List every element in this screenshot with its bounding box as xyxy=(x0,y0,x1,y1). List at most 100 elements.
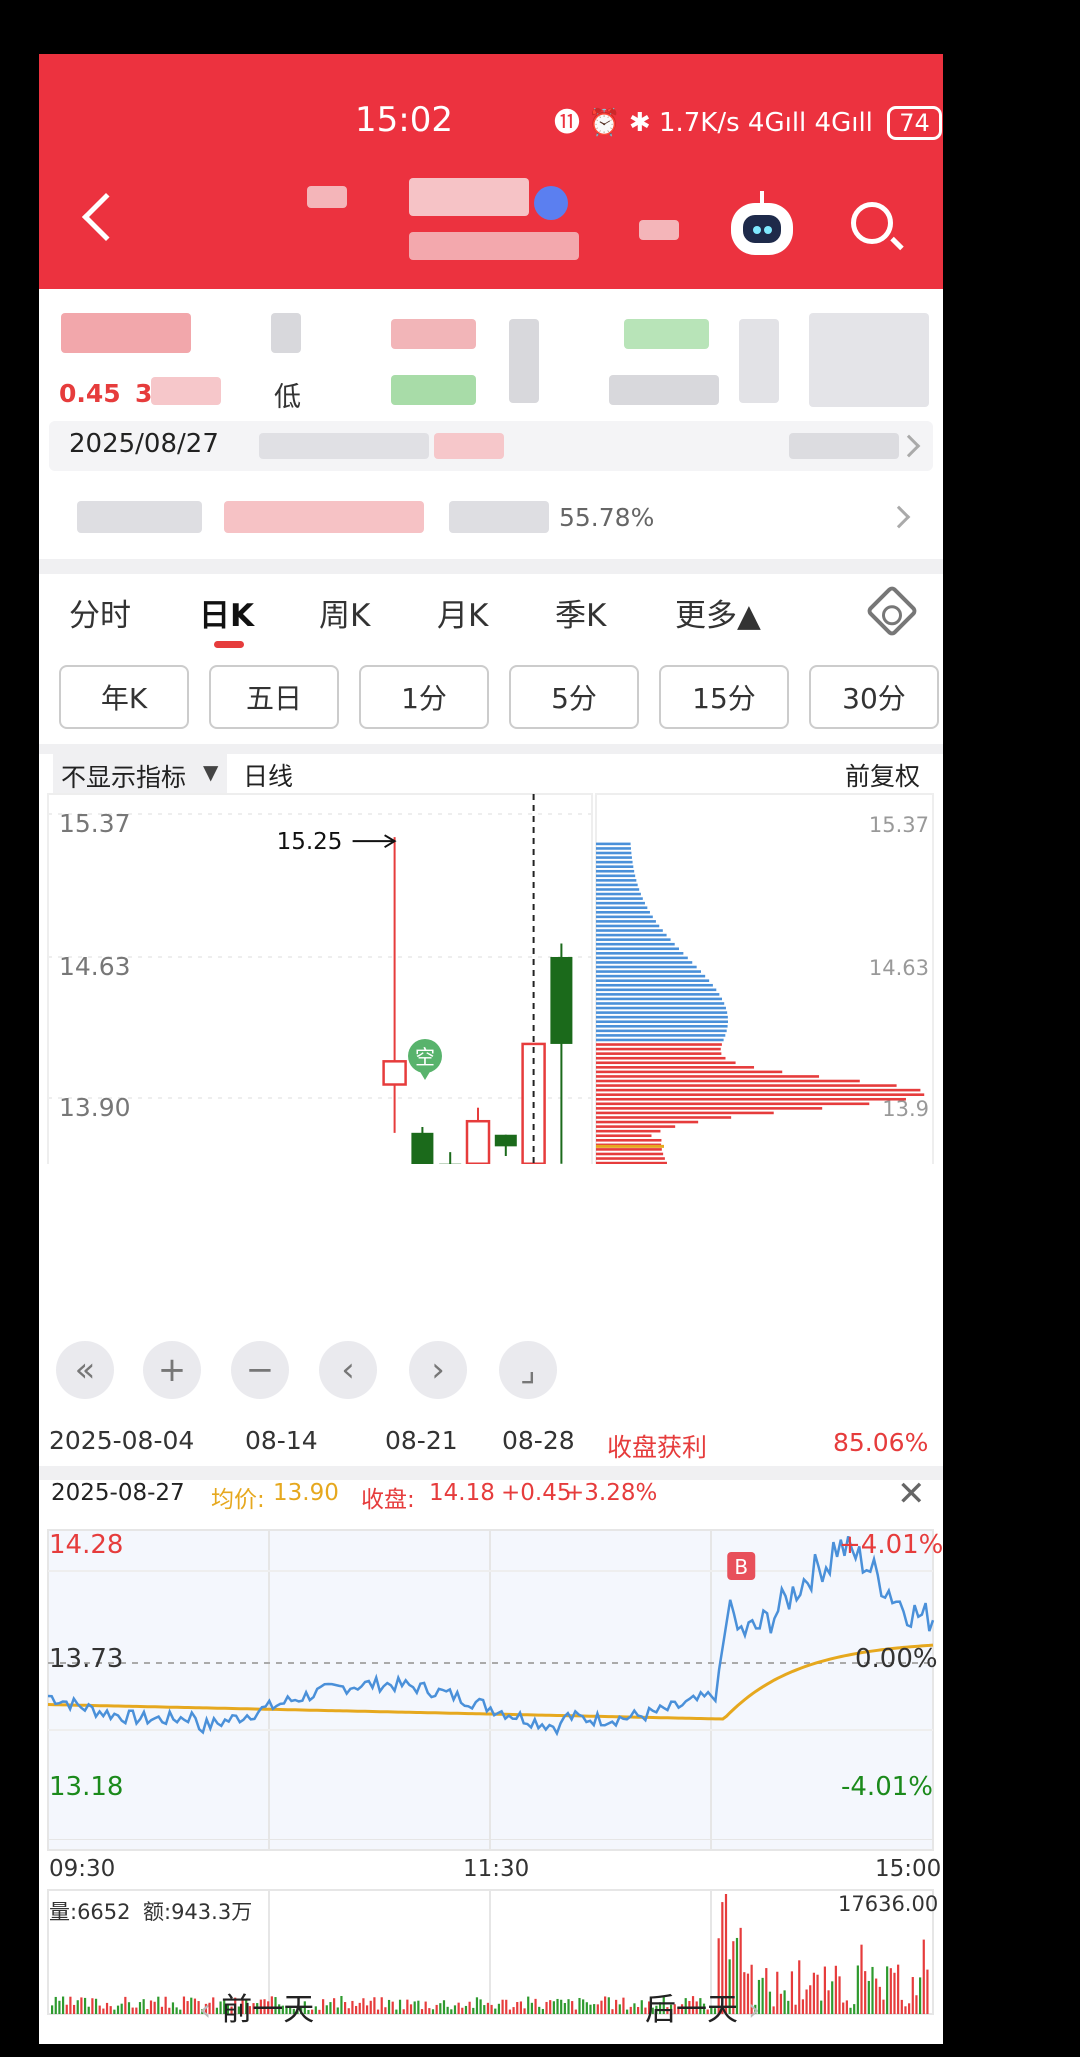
distribution-bar xyxy=(596,1143,662,1147)
active-tab-indicator xyxy=(214,641,244,648)
candle-body xyxy=(521,1042,546,1164)
volume-bar xyxy=(409,2004,413,2014)
volume-bar xyxy=(530,2002,533,2014)
volume-bar xyxy=(809,1985,812,2014)
volume-bar xyxy=(325,2005,328,2014)
distribution-bar xyxy=(596,874,636,878)
distribution-bar xyxy=(596,869,635,873)
scroll-right-button[interactable]: › xyxy=(409,1341,467,1399)
interval-1min[interactable]: 1分 xyxy=(359,665,489,729)
close-icon[interactable]: ✕ xyxy=(897,1474,926,1514)
fullscreen-button[interactable]: ⌟ xyxy=(499,1341,557,1399)
volume-bar xyxy=(369,2000,372,2014)
volume-bar xyxy=(853,2004,856,2014)
volume-bar xyxy=(80,1997,83,2014)
distribution-bar xyxy=(596,1038,724,1042)
volume-bar xyxy=(633,2003,636,2014)
distribution-bar xyxy=(596,1015,728,1019)
interval-five-day[interactable]: 五日 xyxy=(209,665,339,729)
indicator-dropdown[interactable]: 不显示指标 ▼ xyxy=(53,752,227,794)
volume-bar xyxy=(186,2001,189,2014)
volume-bar xyxy=(640,2000,643,2014)
volume-bar xyxy=(61,1996,65,2014)
interval-year-k[interactable]: 年K xyxy=(59,665,189,729)
volume-bar xyxy=(395,2009,398,2014)
y-tick-label: 13.90 xyxy=(59,1093,131,1122)
holder-info-row[interactable]: 55.78% xyxy=(39,481,943,551)
zoom-out-button[interactable]: − xyxy=(231,1341,289,1399)
volume-bar xyxy=(157,1996,160,2014)
distribution-bar xyxy=(596,906,648,910)
interval-5min[interactable]: 5分 xyxy=(509,665,639,729)
status-time: 15:02 xyxy=(355,100,453,140)
volume-bar xyxy=(72,2004,76,2014)
volume-bar xyxy=(490,2004,493,2014)
volume-bar xyxy=(897,1964,900,2014)
distribution-bar xyxy=(596,1120,699,1124)
volume-bar xyxy=(446,2006,449,2014)
volume-bar xyxy=(538,2006,541,2014)
interval-30min[interactable]: 30分 xyxy=(809,665,939,729)
volume-bar xyxy=(160,2006,164,2014)
zoom-in-button[interactable]: + xyxy=(143,1341,201,1399)
volume-bar xyxy=(626,2009,629,2014)
arrow-right-icon xyxy=(384,834,397,849)
distribution-bar xyxy=(596,1024,728,1028)
tab-daily-k[interactable]: 日K xyxy=(199,590,254,635)
scroll-start-button[interactable]: « xyxy=(56,1341,114,1399)
distribution-bar xyxy=(596,1052,722,1055)
distribution-bar xyxy=(596,1107,823,1110)
volume-bar xyxy=(589,2004,592,2014)
close-change: +0.45 xyxy=(501,1480,572,1506)
volume-bar xyxy=(527,1996,530,2014)
chevron-right-icon xyxy=(897,434,921,458)
search-icon[interactable] xyxy=(851,202,893,244)
distribution-bar xyxy=(596,1020,728,1024)
interval-15min[interactable]: 15分 xyxy=(659,665,789,729)
divider xyxy=(39,559,943,574)
redacted-block xyxy=(151,377,221,405)
tab-intraday[interactable]: 分时 xyxy=(69,590,131,635)
tab-more[interactable]: 更多▲ xyxy=(675,590,761,635)
volume-bar xyxy=(105,2002,109,2014)
distribution-bar xyxy=(596,929,663,932)
volume-bar xyxy=(768,1991,772,2014)
volume-bar xyxy=(812,1972,815,2014)
prev-day-button[interactable]: ‹ 前一天 xyxy=(199,1984,314,2029)
volume-bar xyxy=(190,1997,193,2014)
redacted-block xyxy=(449,501,549,533)
back-arrow-icon[interactable] xyxy=(81,192,131,242)
distribution-bar xyxy=(596,1029,727,1033)
distribution-bar xyxy=(596,1075,820,1078)
volume-bar xyxy=(545,2001,548,2014)
volume-bar xyxy=(116,2005,120,2014)
volume-bar xyxy=(431,2009,435,2014)
redacted-block xyxy=(789,433,899,459)
scroll-left-button[interactable]: ‹ xyxy=(319,1341,377,1399)
tab-quarterly-k[interactable]: 季K xyxy=(555,590,606,635)
signal-icons: ⓫ ⏰ ✱ 1.7K/s 4Gıll 4Gıll xyxy=(554,108,873,138)
volume-bar xyxy=(336,2007,339,2014)
volume-bar xyxy=(838,1976,841,2014)
tab-monthly-k[interactable]: 月K xyxy=(437,590,488,635)
status-icons: ⓫ ⏰ ✱ 1.7K/s 4Gıll 4Gıll 74 ⚡ xyxy=(554,102,943,140)
volume-bar xyxy=(904,2006,907,2014)
volume-bar xyxy=(519,2001,522,2014)
volume-bar xyxy=(845,2000,848,2014)
date-info-row[interactable]: 2025/08/27 xyxy=(49,421,933,471)
buy-marker-bg xyxy=(727,1552,756,1580)
stock-code-redacted xyxy=(639,220,679,240)
avg-price-label: 均价: xyxy=(211,1487,265,1513)
distribution-bar xyxy=(596,1056,726,1060)
volume-bar xyxy=(102,2008,105,2014)
distribution-bar xyxy=(596,924,660,928)
amount-label: 额:943.3万 xyxy=(143,1900,253,1924)
volume-bar xyxy=(556,1998,559,2014)
adjust-label[interactable]: 前复权 xyxy=(845,757,920,793)
next-day-button[interactable]: 后一天 › xyxy=(645,1984,760,2029)
distribution-bar xyxy=(596,1011,728,1014)
settings-icon[interactable] xyxy=(865,584,919,638)
volume-bar xyxy=(849,2007,852,2014)
ai-assistant-icon[interactable] xyxy=(731,191,793,255)
tab-weekly-k[interactable]: 周K xyxy=(319,590,370,635)
